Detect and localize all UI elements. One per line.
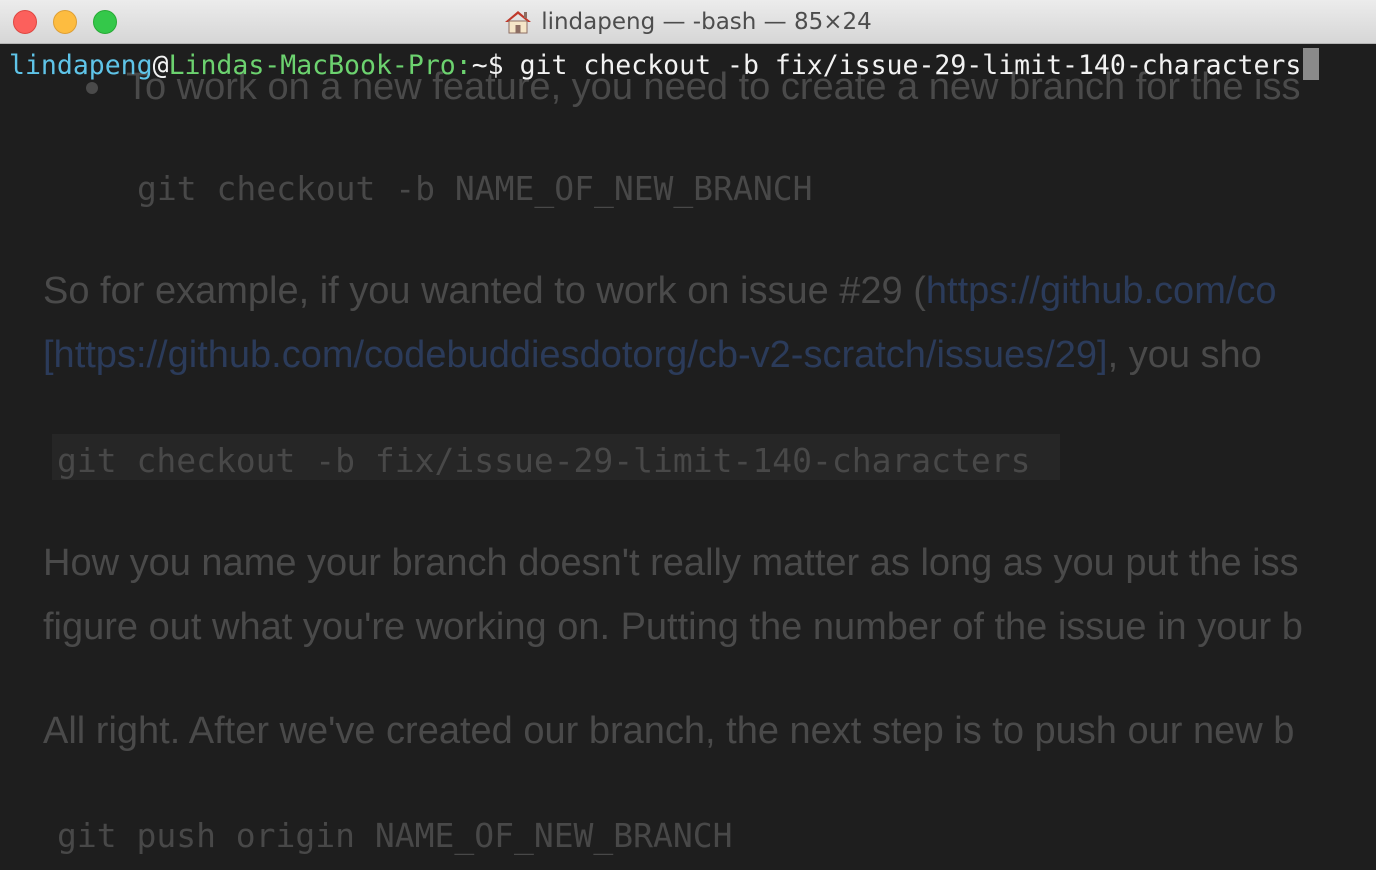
terminal-content[interactable]: To work on a new feature, you need to cr…: [0, 44, 1376, 870]
code-snippet-checkout: git checkout -b NAME_OF_NEW_BRANCH: [137, 169, 813, 208]
code-snippet-fix-branch: git checkout -b fix/issue-29-limit-140-c…: [57, 441, 1031, 480]
paragraph-example-text: So for example, if you wanted to work on…: [43, 270, 926, 312]
window-title-text: lindapeng — -bash — 85×24: [541, 9, 872, 35]
prompt-path: ~$: [471, 50, 504, 81]
prompt-user: lindapeng: [9, 50, 153, 81]
paragraph-naming-line-1: How you name your branch doesn't really …: [43, 542, 1299, 584]
issue-link: [https://github.com/codebuddiesdotorg/cb…: [43, 334, 1108, 376]
list-bullet: [86, 82, 98, 94]
paragraph-example-line-2: [https://github.com/codebuddiesdotorg/cb…: [43, 334, 1262, 377]
prompt-at: @: [152, 50, 169, 81]
paragraph-naming-line-2: figure out what you're working on. Putti…: [43, 606, 1303, 648]
command-text: git checkout -b fix/issue-29-limit-140-c…: [503, 50, 1302, 81]
prompt-host: Lindas-MacBook-Pro:: [168, 50, 472, 81]
issue-link-partial: https://github.com/co: [925, 270, 1277, 312]
home-icon: [504, 9, 532, 35]
background-document: To work on a new feature, you need to cr…: [0, 44, 1376, 870]
terminal-window: lindapeng — -bash — 85×24 To work on a n…: [0, 0, 1376, 870]
window-title: lindapeng — -bash — 85×24: [0, 0, 1376, 44]
paragraph-push: All right. After we've created our branc…: [43, 710, 1295, 752]
prompt-line[interactable]: lindapeng@Lindas-MacBook-Pro:~$ git chec…: [9, 48, 1320, 81]
paragraph-example: So for example, if you wanted to work on…: [43, 270, 1277, 313]
code-snippet-push: git push origin NAME_OF_NEW_BRANCH: [57, 816, 733, 855]
paragraph-example-suffix: , you sho: [1107, 334, 1262, 376]
text-cursor: [1303, 48, 1320, 80]
title-bar[interactable]: lindapeng — -bash — 85×24: [0, 0, 1376, 44]
